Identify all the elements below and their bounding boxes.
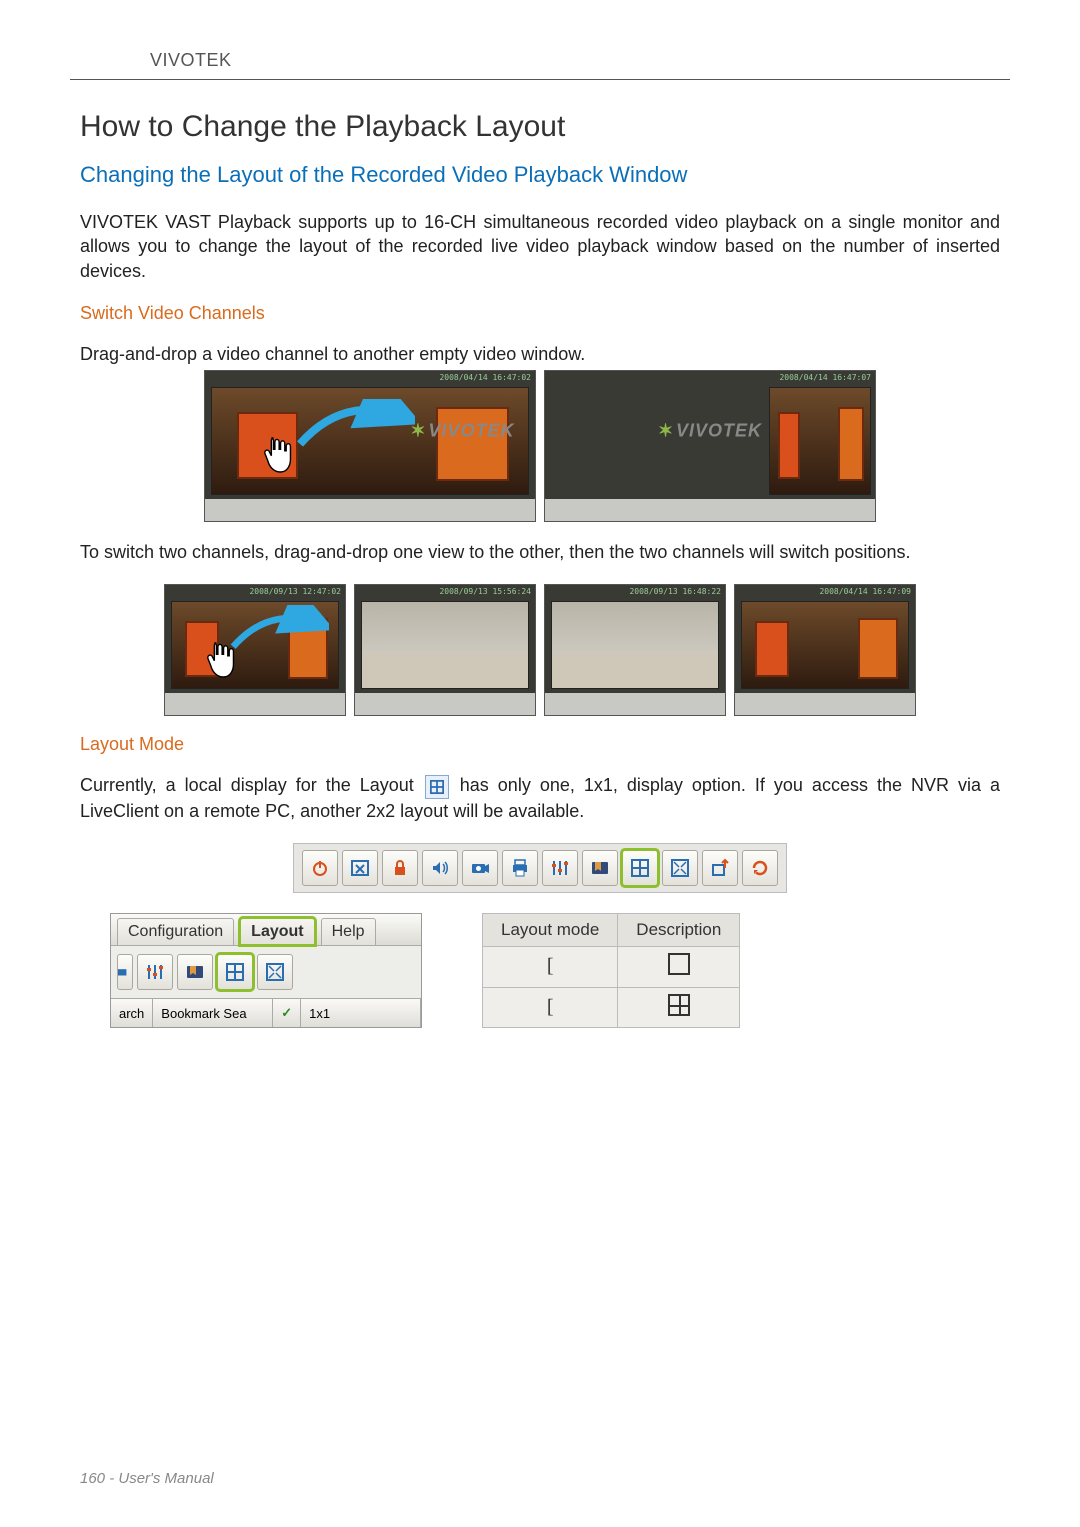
timestamp-label: 2008/04/14 16:47:09 [819,587,911,596]
video-footer [355,693,535,715]
video-window-empty[interactable]: 2008/04/14 16:47:07 VIVOTEK [544,370,876,522]
bookmark-icon[interactable] [582,850,618,886]
drag-arrow-icon [229,605,329,655]
table-row: [ [483,947,740,988]
lock-icon[interactable] [382,850,418,886]
submenu-value[interactable]: 1x1 [301,999,421,1027]
figure-drag-to-empty: 2008/04/14 16:47:02 VIVOTEK 2008/04/14 1… [80,370,1000,522]
video-scene [741,601,909,689]
page-footer: 160 - User's Manual [80,1470,214,1487]
video-window[interactable]: 2008/09/13 16:48:22 [544,584,726,716]
layout-mode-symbol: [ [547,996,554,1018]
menu-tab-help[interactable]: Help [321,918,376,945]
layout-grid-icon [425,775,449,799]
settings-sliders-icon[interactable] [137,954,173,990]
page-title: How to Change the Playback Layout [80,110,1000,144]
settings-sliders-icon[interactable] [542,850,578,886]
section-layout-mode: Layout Mode [80,734,1000,755]
menu-tab-bar: ConfigurationLayout Help [111,914,421,946]
intro-paragraph: VIVOTEK VAST Playback supports up to 16-… [80,210,1000,283]
layout-p-pre: Currently, a local display for the Layou… [80,775,423,795]
fullscreen-icon[interactable] [662,850,698,886]
layout-mode-symbol: [ [547,955,554,977]
menu-tab-configuration[interactable]: Configuration [117,918,234,945]
table-row: [ [483,987,740,1028]
video-footer [545,499,875,521]
print-icon[interactable] [502,850,538,886]
video-footer [545,693,725,715]
submenu-cell[interactable]: Bookmark Sea [153,999,273,1027]
layout-submenu: arch Bookmark Sea ✓ 1x1 [111,998,421,1027]
power-icon[interactable] [302,850,338,886]
bookmark-icon[interactable] [177,954,213,990]
layout-2x2-icon [668,994,690,1016]
layout-grid-icon[interactable] [217,954,253,990]
video-scene [551,601,719,689]
layout-paragraph: Currently, a local display for the Layou… [80,773,1000,823]
video-scene [769,387,871,495]
section-switch-channels: Switch Video Channels [80,303,1000,324]
refresh-icon[interactable] [742,850,778,886]
vivotek-logo: VIVOTEK [410,421,514,442]
close-window-icon[interactable] [342,850,378,886]
timestamp-label: 2008/09/13 15:56:24 [439,587,531,596]
layout-mode-table: Layout mode Description [ [ [482,913,740,1028]
fullscreen-icon[interactable] [257,954,293,990]
layout-menu-panel: ConfigurationLayout Help arch Bookmark Se… [110,913,422,1028]
timestamp-label: 2008/04/14 16:47:07 [779,373,871,382]
video-window[interactable]: 2008/04/14 16:47:09 [734,584,916,716]
timestamp-label: 2008/04/14 16:47:02 [439,373,531,382]
layout-1x1-icon [668,953,690,975]
camera-switch-icon[interactable] [462,850,498,886]
video-window[interactable]: 2008/09/13 12:47:02 [164,584,346,716]
export-icon[interactable] [702,850,738,886]
vivotek-logo: VIVOTEK [658,421,762,442]
video-footer [165,693,345,715]
drag-arrow-icon [295,399,415,449]
timestamp-label: 2008/09/13 16:48:22 [629,587,721,596]
switch-p2: To switch two channels, drag-and-drop on… [80,540,1000,564]
video-scene [361,601,529,689]
check-icon: ✓ [273,999,301,1027]
table-header: Description [618,914,740,947]
timestamp-label: 2008/09/13 12:47:02 [249,587,341,596]
video-footer [205,499,535,521]
figure-swap-channels: 2008/09/13 12:47:02 2008/09/13 15:56:24 … [80,584,1000,716]
hand-cursor-icon [260,435,294,475]
camera-switch-icon[interactable] [117,954,133,990]
menu-icon-row [111,946,421,998]
video-footer [735,693,915,715]
playback-toolbar [293,843,787,893]
video-window-source[interactable]: 2008/04/14 16:47:02 VIVOTEK [204,370,536,522]
volume-icon[interactable] [422,850,458,886]
page-subtitle: Changing the Layout of the Recorded Vide… [80,162,1000,188]
switch-p1: Drag-and-drop a video channel to another… [80,342,1000,366]
menu-tab-layout[interactable]: Layout [240,918,314,945]
table-header: Layout mode [483,914,618,947]
brand-text: VIVOTEK [150,50,232,70]
layout-grid-icon[interactable] [622,850,658,886]
video-window[interactable]: 2008/09/13 15:56:24 [354,584,536,716]
submenu-cell[interactable]: arch [111,999,153,1027]
